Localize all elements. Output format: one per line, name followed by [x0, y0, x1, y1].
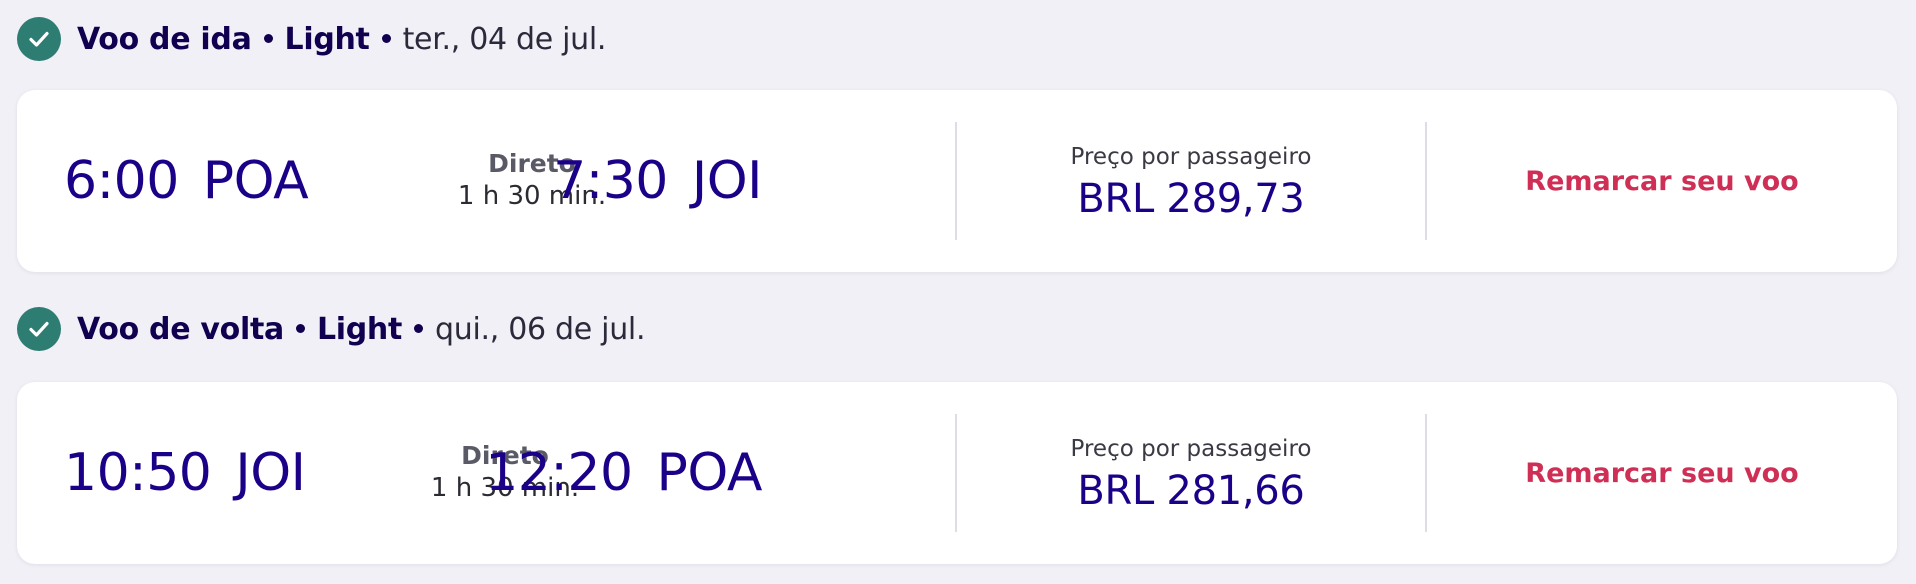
return-price: BRL 281,66	[1077, 468, 1305, 514]
outbound-price: BRL 289,73	[1077, 176, 1305, 222]
return-flight-card: 10:50 JOI Direto 1 h 30 min. 12:20 POA P…	[17, 382, 1897, 564]
return-price-label: Preço por passageiro	[1070, 436, 1312, 462]
separator-dot	[263, 33, 273, 43]
return-price-block: Preço por passageiro BRL 281,66	[957, 434, 1425, 516]
return-fare-label: Light	[316, 311, 403, 347]
separator-dot	[414, 323, 424, 333]
check-circle-icon	[17, 17, 61, 61]
separator-dot	[295, 323, 305, 333]
outbound-header-text: Voo de ida Light ter., 04 de jul.	[77, 22, 606, 57]
outbound-departure-airport: POA	[202, 151, 309, 211]
return-date: qui., 06 de jul.	[435, 311, 646, 347]
outbound-rebook-button[interactable]: Remarcar seu voo	[1427, 90, 1897, 272]
outbound-section-header: Voo de ida Light ter., 04 de jul.	[17, 17, 606, 61]
return-departure-airport: JOI	[235, 443, 306, 503]
outbound-arrival-time: 7:30	[553, 151, 668, 211]
return-direction-label: Voo de volta	[77, 311, 284, 347]
separator-dot	[381, 33, 391, 43]
return-arrival-airport: POA	[656, 443, 763, 503]
outbound-fare-label: Light	[284, 21, 370, 57]
return-rebook-button[interactable]: Remarcar seu voo	[1427, 382, 1897, 564]
return-header-text: Voo de volta Light qui., 06 de jul.	[77, 311, 646, 347]
outbound-price-label: Preço por passageiro	[1070, 144, 1312, 170]
outbound-arrival: 7:30 JOI	[553, 90, 762, 272]
outbound-departure-time: 6:00	[64, 151, 179, 211]
return-arrival-time: 12:20	[485, 443, 633, 503]
check-circle-icon	[17, 307, 61, 351]
outbound-departure: 6:00 POA	[64, 90, 309, 272]
outbound-price-block: Preço por passageiro BRL 289,73	[957, 142, 1425, 224]
return-section-header: Voo de volta Light qui., 06 de jul.	[17, 307, 646, 351]
return-departure: 10:50 JOI	[64, 382, 306, 564]
outbound-direction-label: Voo de ida	[77, 21, 252, 57]
return-departure-time: 10:50	[64, 443, 212, 503]
outbound-flight-card: 6:00 POA Direto 1 h 30 min. 7:30 JOI Pre…	[17, 90, 1897, 272]
outbound-date: ter., 04 de jul.	[402, 21, 607, 57]
outbound-arrival-airport: JOI	[691, 151, 763, 211]
return-arrival: 12:20 POA	[485, 382, 762, 564]
